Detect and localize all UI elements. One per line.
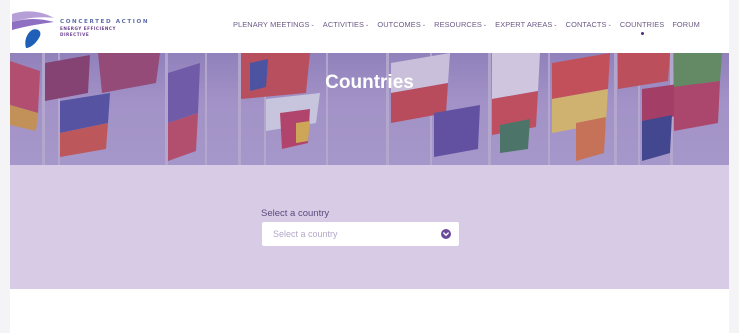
country-select-placeholder: Select a country (273, 229, 338, 239)
site-logo[interactable]: CONCERTED ACTION ENERGY EFFICIENCY DIREC… (10, 8, 150, 50)
logo-line-1: CONCERTED ACTION (60, 19, 150, 25)
nav-label: EXPERT AREAS (495, 20, 553, 29)
hero-overlay (10, 53, 729, 165)
logo-text: CONCERTED ACTION ENERGY EFFICIENCY DIREC… (60, 18, 149, 38)
chevron-down-icon: ⌄ (482, 22, 488, 28)
nav-label: OUTCOMES (377, 20, 421, 29)
site-header: CONCERTED ACTION ENERGY EFFICIENCY DIREC… (10, 0, 729, 53)
nav-item-plenary-meetings[interactable]: PLENARY MEETINGS⌄ (233, 20, 315, 29)
hero-banner: Countries (10, 53, 729, 165)
nav-label: RESOURCES (434, 20, 482, 29)
chevron-down-icon: ⌄ (553, 22, 558, 28)
nav-label: PLENARY MEETINGS (233, 20, 310, 29)
nav-label: COUNTRIES (619, 20, 665, 29)
chevron-down-icon: ⌄ (421, 22, 427, 28)
logo-mark-icon (12, 11, 54, 48)
nav-item-contacts[interactable]: CONTACTS⌄ (566, 20, 612, 29)
nav-label: ACTIVITIES (322, 20, 365, 29)
country-select-section: Select a country Select a country (10, 165, 729, 289)
page-title: Countries (325, 72, 414, 93)
chevron-down-icon (441, 229, 451, 239)
nav-item-activities[interactable]: ACTIVITIES⌄ (323, 20, 370, 29)
nav-item-countries[interactable]: COUNTRIES (619, 20, 665, 35)
nav-label: FORUM (672, 20, 700, 29)
chevron-down-icon: ⌄ (365, 22, 370, 28)
country-select-label: Select a country (261, 208, 330, 219)
nav-item-outcomes[interactable]: OUTCOMES⌄ (377, 20, 426, 29)
main-nav: PLENARY MEETINGS⌄ ACTIVITIES⌄ OUTCOMES⌄ … (233, 20, 708, 35)
country-select[interactable]: Select a country (262, 222, 459, 246)
nav-item-resources[interactable]: RESOURCES⌄ (434, 20, 487, 29)
logo-line-3: DIRECTIVE (60, 32, 90, 37)
page: CONCERTED ACTION ENERGY EFFICIENCY DIREC… (10, 0, 729, 333)
nav-label: CONTACTS (565, 20, 607, 29)
chevron-down-icon: ⌄ (607, 22, 612, 28)
nav-item-expert-areas[interactable]: EXPERT AREAS⌄ (495, 20, 558, 29)
nav-item-forum[interactable]: FORUM (672, 20, 700, 29)
chevron-down-icon: ⌄ (310, 22, 315, 28)
